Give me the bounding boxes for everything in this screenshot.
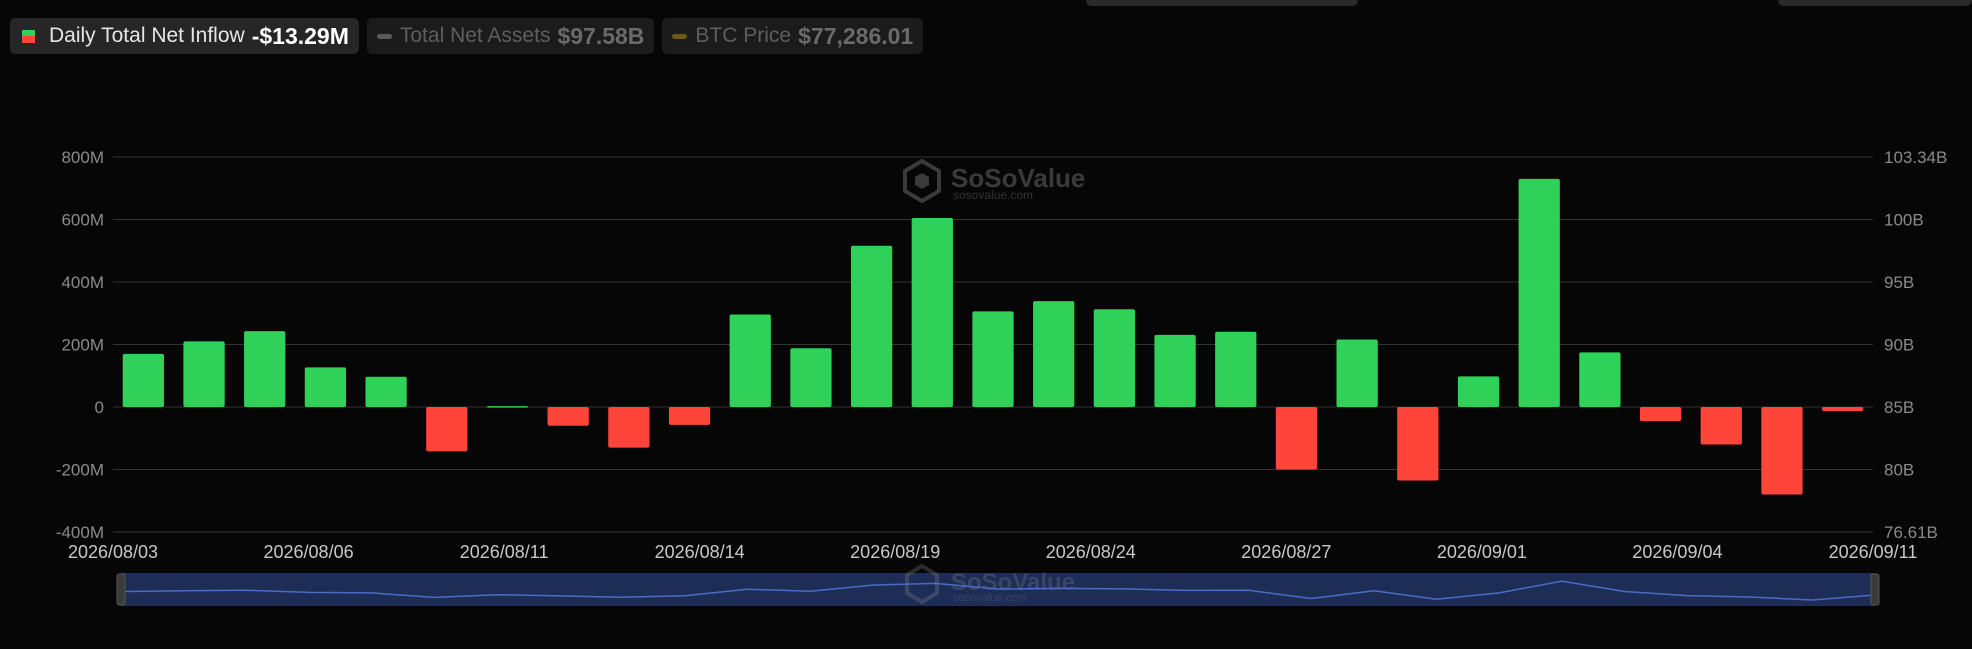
- x-tick-label: 2026/09/04: [1632, 542, 1722, 562]
- y-tick-label-right: 80B: [1884, 461, 1914, 480]
- bar: [183, 341, 225, 407]
- bar: [972, 311, 1014, 407]
- x-tick-label: 2026/08/06: [264, 542, 354, 562]
- bar: [1518, 178, 1560, 407]
- navigator-left-handle[interactable]: [116, 573, 126, 606]
- bar: [1154, 334, 1196, 407]
- bar: [1275, 407, 1318, 470]
- x-tick-label: 2026/08/24: [1046, 542, 1136, 562]
- y-tick-label-left: -200M: [56, 461, 104, 480]
- y-axis-right: 103.34B 100B 95B 90B 85B 80B 76.61B: [1884, 148, 1947, 542]
- bar: [1579, 352, 1621, 407]
- bars: [122, 178, 1864, 495]
- bar: [1033, 301, 1075, 407]
- x-tick-label: 2026/08/14: [655, 542, 745, 562]
- bar: [1397, 407, 1439, 481]
- x-tick-label: 2026/09/11: [1829, 542, 1918, 562]
- navigator-right-handle[interactable]: [1870, 573, 1880, 606]
- x-tick-label: 2026/08/11: [460, 542, 549, 562]
- y-axis-left: 800M 600M 400M 200M 0 -200M -400M: [56, 148, 104, 542]
- bar: [1336, 339, 1378, 407]
- bar: [365, 376, 407, 407]
- y-tick-label-right: 90B: [1884, 336, 1914, 355]
- x-axis: 2026/08/03 2026/08/06 2026/08/11 2026/08/14…: [68, 542, 1917, 562]
- bar: [850, 245, 893, 407]
- bar: [1639, 407, 1682, 422]
- bar: [668, 407, 711, 425]
- bar: [790, 348, 832, 407]
- bar: [1761, 407, 1803, 495]
- watermark-url: sosovalue.com: [953, 188, 1033, 202]
- bar: [1457, 376, 1500, 407]
- watermark: SoSoValue sosovalue.com: [903, 158, 1085, 204]
- y-tick-label-right: 95B: [1884, 273, 1914, 292]
- y-tick-label-left: 0: [95, 398, 104, 417]
- navigator-watermark-url: sosovalue.com: [953, 592, 1026, 604]
- bar: [911, 217, 953, 407]
- y-tick-label-left: 200M: [61, 336, 104, 355]
- bar: [304, 367, 347, 407]
- y-tick-label-left: 600M: [61, 211, 104, 230]
- bar: [608, 407, 650, 448]
- x-tick-label: 2026/09/01: [1437, 542, 1527, 562]
- range-navigator[interactable]: SoSoValue sosovalue.com: [116, 563, 1880, 606]
- bar: [547, 407, 589, 426]
- bar: [1700, 407, 1742, 445]
- bar: [1215, 331, 1257, 407]
- x-tick-label: 2026/08/03: [68, 542, 158, 562]
- y-tick-label-right: 85B: [1884, 398, 1914, 417]
- y-tick-label-right: 100B: [1884, 211, 1924, 230]
- bar: [486, 406, 529, 408]
- bar: [244, 331, 286, 407]
- y-tick-label-left: -400M: [56, 523, 104, 542]
- bar: [122, 353, 164, 407]
- y-tick-label-right: 76.61B: [1884, 523, 1938, 542]
- bar: [729, 314, 771, 407]
- y-tick-label-right: 103.34B: [1884, 148, 1947, 167]
- y-tick-label-left: 800M: [61, 148, 104, 167]
- x-tick-label: 2026/08/27: [1241, 542, 1331, 562]
- chart: SoSoValue sosovalue.com 800M 600M 400M 200M…: [56, 148, 1947, 606]
- bar: [1093, 309, 1136, 407]
- x-tick-label: 2026/08/19: [850, 542, 940, 562]
- bar: [1822, 407, 1864, 412]
- y-tick-label-left: 400M: [61, 273, 104, 292]
- bar: [426, 407, 468, 452]
